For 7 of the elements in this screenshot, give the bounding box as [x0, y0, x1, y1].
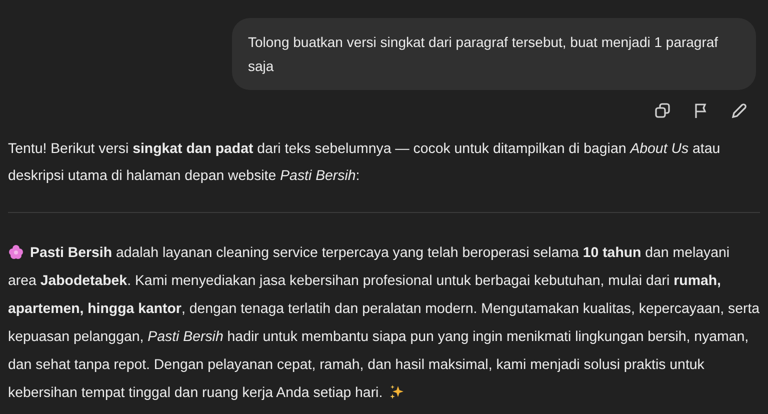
sparkles-icon [388, 384, 405, 400]
copy-icon[interactable] [654, 102, 672, 120]
user-message: Tolong buatkan versi singkat dari paragraf tersebut, buat menjadi 1 paragraf saja [232, 18, 756, 90]
response-summary: Pasti Bersih adalah layanan cleaning service terpercaya yang telah beroperasi selama 10 tahun dan melayani area Jabodetabek. Kami menyediakan jasa kebersihan profesional untuk berbagai kebutuhan, mulai dari rumah, apartemen, hingga kantor, dengan tenaga terlatih dan peralatan modern. Mengutamakan kualitas, kepercayaan, serta kepuasan pelanggan, Pasti Bersih hadir untuk membantu siapa pun yang ingin menikmati lingkungan bersih, nyaman, dan sehat tanpa repot. Dengan pelayanan cepat, ramah, dan hasil maksimal, kami menjadi solusi praktis untuk kebersihan tempat tinggal dan ruang kerja Anda setiap hari. [7, 243, 761, 403]
blossom-icon [8, 244, 24, 260]
response-intro: Tentu! Berikut versi singkat dan padat dari teks sebelumnya — cocok untuk ditampilkan di bagian About Us atau deskripsi utama di halaman depan website Pasti Bersih: [7, 140, 722, 186]
edit-icon[interactable] [730, 102, 748, 120]
